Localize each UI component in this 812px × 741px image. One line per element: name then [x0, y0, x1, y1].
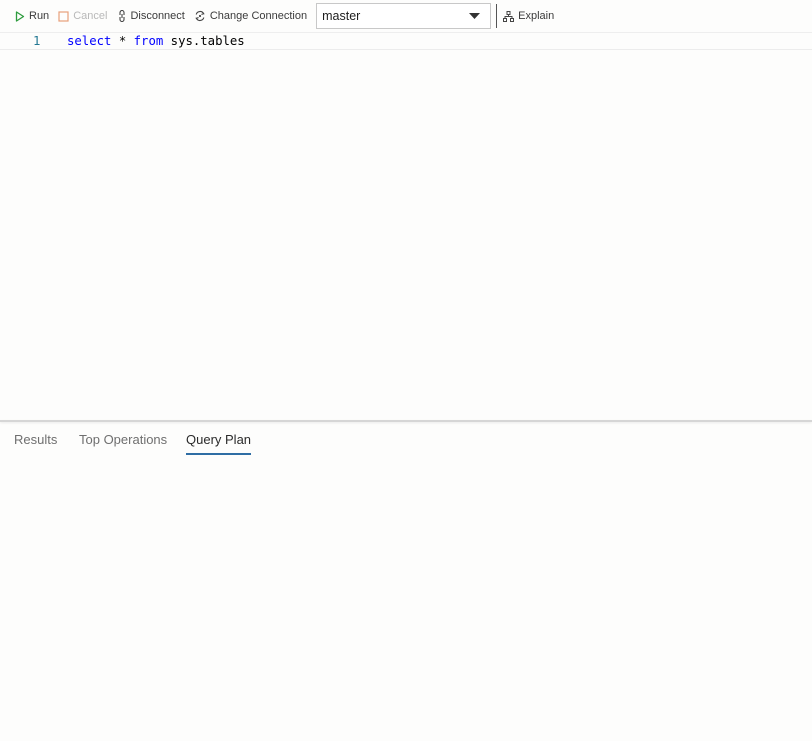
code-token: sys.tables: [163, 34, 245, 48]
chevron-down-icon: [469, 13, 481, 19]
toolbar-separator: [496, 4, 498, 28]
disconnect-label: Disconnect: [130, 10, 185, 22]
explain-label: Explain: [518, 10, 555, 22]
code-line[interactable]: select * from sys.tables: [67, 34, 245, 49]
editor-line[interactable]: 1 select * from sys.tables: [0, 34, 812, 50]
cancel-label: Cancel: [73, 10, 108, 22]
tab-top-operations[interactable]: Top Operations: [79, 431, 167, 455]
explain-button[interactable]: Explain: [503, 5, 554, 27]
database-select-value: master: [322, 9, 361, 23]
code-token-keyword: select: [67, 34, 112, 48]
disconnect-icon: [119, 10, 125, 22]
tab-results[interactable]: Results: [14, 431, 57, 455]
explain-icon: [503, 10, 515, 22]
stop-icon: [58, 10, 69, 22]
query-editor[interactable]: 1 select * from sys.tables: [0, 34, 812, 420]
cancel-button[interactable]: Cancel: [58, 5, 107, 27]
pane-splitter[interactable]: [0, 420, 812, 422]
query-toolbar: Run Cancel Disconnect Change Connection …: [0, 0, 812, 33]
run-label: Run: [29, 10, 50, 22]
change-connection-label: Change Connection: [209, 10, 308, 22]
disconnect-button[interactable]: Disconnect: [118, 5, 185, 27]
code-token: *: [111, 34, 134, 48]
run-button[interactable]: Run: [15, 5, 49, 27]
code-token-keyword: from: [133, 34, 164, 48]
play-icon: [15, 10, 25, 22]
change-connection-button[interactable]: Change Connection: [194, 5, 307, 27]
change-connection-icon: [195, 10, 205, 22]
line-number: 1: [33, 34, 41, 48]
tab-query-plan[interactable]: Query Plan: [186, 431, 252, 455]
database-select[interactable]: master: [316, 3, 492, 29]
